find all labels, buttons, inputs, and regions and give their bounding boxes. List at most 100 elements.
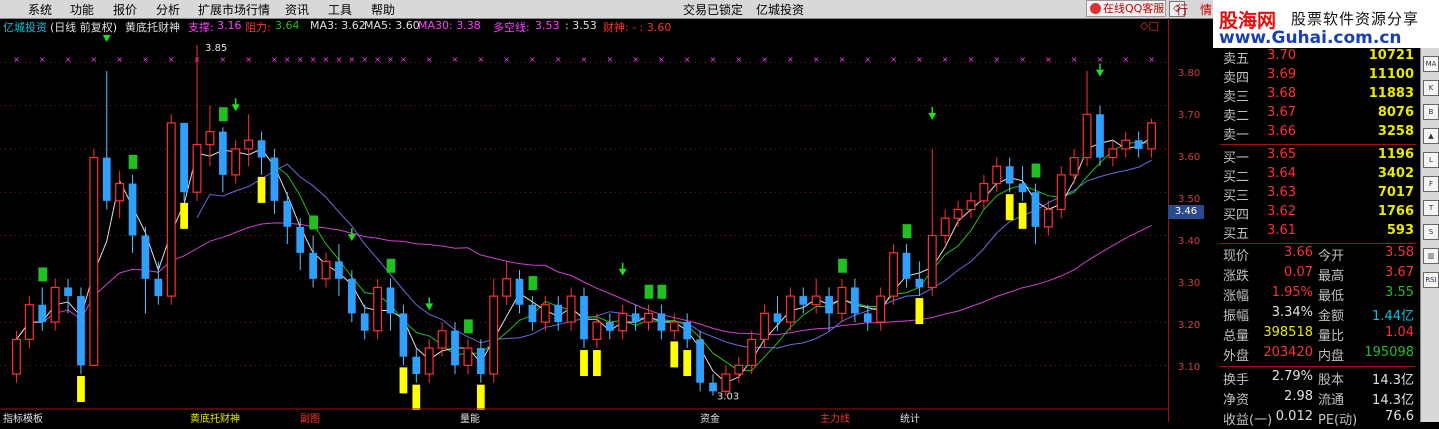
candle-body-down [335, 261, 343, 279]
candle-body-down [218, 131, 227, 175]
stat-label: 换手 [1223, 373, 1250, 388]
top-marker: × [735, 55, 742, 64]
ask-volume: 8076 [1377, 105, 1414, 120]
green-signal-marker [309, 215, 318, 230]
candle-body-up [1056, 174, 1066, 211]
tab-fund[interactable]: 资金 [700, 410, 720, 425]
bid-row[interactable]: 买三 3.63 7017 [1220, 185, 1416, 204]
price-axis: 3.80 3.70 3.60 3.50 3.40 3.30 3.20 3.10 [1168, 35, 1218, 410]
candle-body-down [709, 382, 717, 392]
tab-stat[interactable]: 统计 [900, 410, 920, 425]
qq-service-button[interactable]: 在线QQ客服 [1086, 0, 1166, 17]
tab-main-line[interactable]: 主力线 [820, 410, 850, 425]
candle-body-down [515, 278, 524, 305]
menu-item-analysis[interactable]: 分析 [156, 1, 180, 18]
candle-body-up [992, 165, 1002, 185]
ask-price: 3.69 [1267, 67, 1296, 82]
axis-tick-360: 3.60 [1178, 152, 1201, 163]
candle-body-up [785, 295, 795, 323]
candle-body-up [876, 295, 886, 323]
bid-row[interactable]: 买五 3.61 593 [1220, 223, 1416, 242]
tab-qing[interactable]: 情 [1200, 1, 1212, 18]
chart-window-controls[interactable]: ◇□ [1140, 19, 1159, 32]
ask-row[interactable]: 卖四 3.69 11100 [1220, 67, 1416, 86]
stat-row: 涨幅 1.95% 最低 3.55 [1220, 285, 1416, 305]
candle-body-up [1069, 156, 1079, 176]
sidebar-tool-button[interactable]: ▲ [1423, 128, 1439, 144]
top-marker: × [142, 55, 149, 64]
sidebar-tool-button[interactable]: MA [1423, 56, 1439, 72]
candle-body-down [128, 183, 137, 236]
candle-body-up [618, 312, 628, 332]
stat-label: 现价 [1223, 249, 1250, 264]
caishen-value: 财神: - : 3.60 [603, 21, 672, 34]
axis-tick-370: 3.70 [1178, 110, 1201, 121]
candle-body-down [399, 313, 408, 357]
tab-volume[interactable]: 量能 [460, 410, 480, 425]
stat-value: 3.55 [1385, 285, 1414, 300]
menu-item-help[interactable]: 帮助 [371, 1, 395, 18]
tab-indicator-template[interactable]: 指标模板 [3, 410, 43, 425]
sidebar-tool-button[interactable]: K [1423, 80, 1439, 96]
candle-body-up [11, 338, 21, 375]
candle-body-down [825, 296, 833, 314]
top-marker: × [1122, 55, 1129, 64]
resist-value: 3.64 [275, 19, 300, 32]
ask-row[interactable]: 卖一 3.66 3258 [1220, 124, 1416, 143]
ask-row[interactable]: 卖二 3.67 8076 [1220, 105, 1416, 124]
stat-value: 3.58 [1385, 245, 1414, 260]
top-marker: × [968, 55, 975, 64]
stat-label: 收益(一) [1223, 413, 1273, 428]
tab-hang[interactable]: 行 [1176, 1, 1188, 18]
menu-item-extended-market[interactable]: 扩展市场行情 [198, 1, 270, 18]
top-marker: × [555, 55, 562, 64]
top-marker: × [13, 55, 20, 64]
bid-row[interactable]: 买一 3.65 1196 [1220, 147, 1416, 166]
bid-row[interactable]: 买二 3.64 3402 [1220, 166, 1416, 185]
sidebar-tool-button[interactable]: T [1423, 200, 1439, 216]
menu-item-news[interactable]: 资讯 [285, 1, 309, 18]
top-marker: × [761, 55, 768, 64]
top-marker: × [813, 55, 820, 64]
sidebar-tool-button[interactable]: B [1423, 104, 1439, 120]
ask-row[interactable]: 卖三 3.68 11883 [1220, 86, 1416, 105]
axis-tick-310: 3.10 [1178, 362, 1201, 373]
menu-item-function[interactable]: 功能 [70, 1, 94, 18]
menu-item-quote[interactable]: 报价 [113, 1, 137, 18]
stat-label: 内盘 [1318, 349, 1345, 364]
stat-label: 净资 [1223, 393, 1250, 408]
candle-body-down [528, 304, 537, 323]
yellow-bottom-bar [399, 367, 408, 394]
tab-huangdi[interactable]: 黄底托财神 [190, 410, 240, 425]
top-marker: × [1071, 55, 1078, 64]
candle-body-down [64, 287, 72, 297]
green-signal-marker [657, 284, 667, 299]
top-marker: × [245, 55, 252, 64]
top-marker: × [606, 55, 613, 64]
stat-value: 1.95% [1271, 285, 1313, 300]
ask-row[interactable]: 卖五 3.70 10721 [1220, 48, 1416, 67]
sidebar-tool-button[interactable]: RSI [1423, 272, 1439, 288]
candle-body-up [166, 122, 176, 297]
down-arrow-signal [618, 268, 627, 276]
stat-label: 股本 [1318, 373, 1345, 388]
top-marker: × [787, 55, 794, 64]
top-marker: × [219, 55, 226, 64]
sidebar-tool-button[interactable]: F [1423, 176, 1439, 192]
menu-item-tools[interactable]: 工具 [328, 1, 352, 18]
menu-item-system[interactable]: 系统 [28, 1, 52, 18]
yellow-bottom-bar [77, 376, 85, 403]
sidebar-tool-button[interactable]: S [1423, 224, 1439, 240]
candle-body-down [77, 296, 85, 366]
candlestick-chart[interactable]: × × × × × × × × × × × × × × × × × × × × × × × × × × × × × × × × × × × × × × × ×… [0, 35, 1168, 410]
tab-subchart[interactable]: 副图 [300, 410, 320, 425]
candle-body-down [283, 200, 292, 227]
bid-row[interactable]: 买四 3.62 1766 [1220, 204, 1416, 223]
candle-body-down [773, 313, 782, 323]
sidebar-tool-button[interactable]: L [1423, 152, 1439, 168]
candle-body-up [1043, 208, 1053, 228]
sidebar-tool-button[interactable]: ▥ [1423, 248, 1439, 264]
stat-label: 金额 [1318, 309, 1345, 324]
yellow-bottom-bar [257, 176, 266, 203]
down-arrow-signal [928, 112, 937, 120]
